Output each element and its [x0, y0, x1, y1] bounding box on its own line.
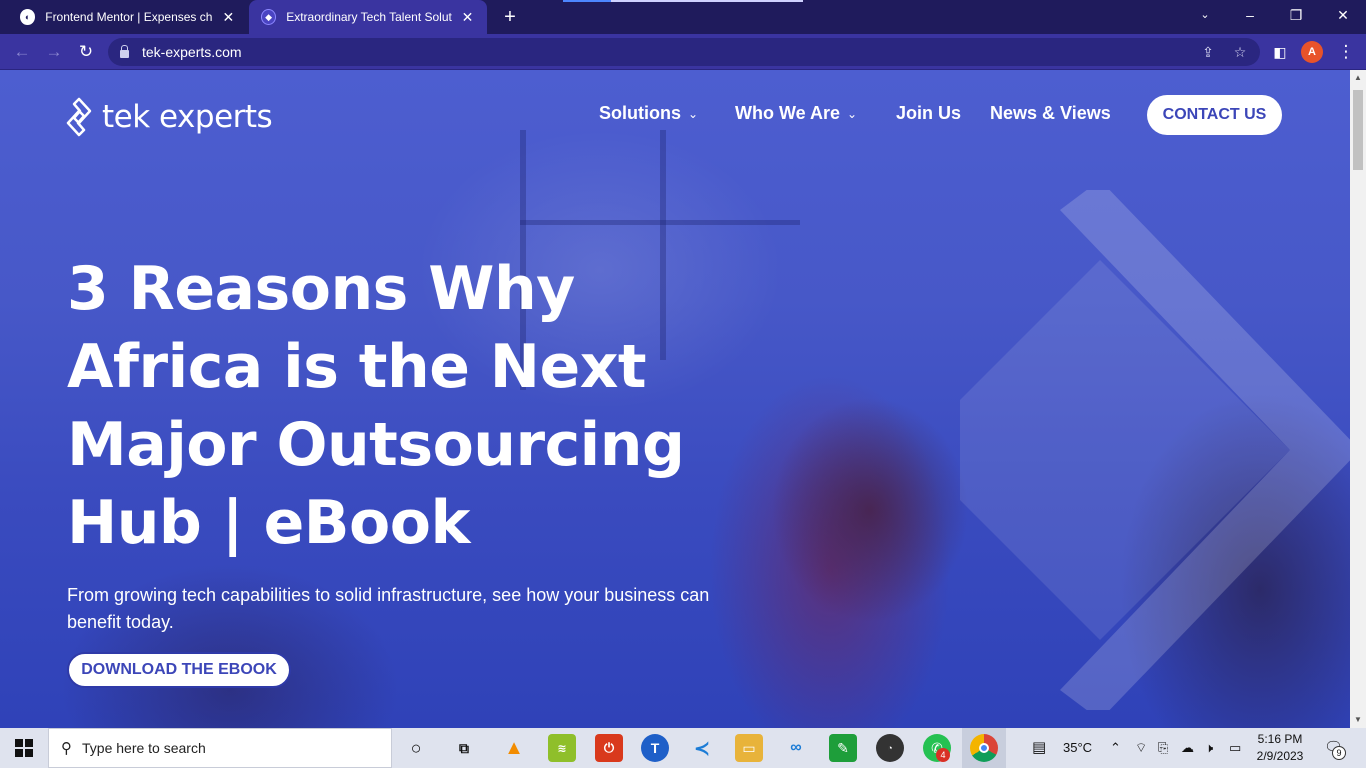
windows-taskbar: ⚲ Type here to search ○ ⧉ ▲ ≋ ⏻ T ≺ ▭ ∞ … — [0, 728, 1366, 768]
chevron-up-icon[interactable]: ⌃ — [1110, 728, 1121, 768]
bookmark-star-icon[interactable]: ☆ — [1230, 42, 1250, 62]
forward-arrow-icon[interactable]: → — [42, 40, 66, 64]
page-viewport: tek experts Solutions ⌄ Who We Are ⌄ Joi… — [0, 70, 1350, 728]
start-button[interactable] — [0, 728, 48, 768]
tab-search-chevron-down-icon[interactable]: ⌄ — [1182, 0, 1228, 30]
power-app-icon[interactable]: ⏻ — [595, 734, 623, 762]
headline-line: 3 Reasons Why — [67, 254, 575, 324]
scrollbar-thumb[interactable] — [1353, 90, 1363, 170]
green-app-icon[interactable]: ≋ — [548, 734, 576, 762]
nav-item-who-we-are[interactable]: Who We Are ⌄ — [735, 103, 857, 124]
speedometer-app-icon[interactable]: ◔ — [876, 734, 904, 762]
headline-line: Africa is the Next — [67, 332, 647, 402]
nav-item-join-us[interactable]: Join Us — [896, 103, 961, 124]
whatsapp-badge: 4 — [936, 748, 950, 762]
back-arrow-icon[interactable]: ← — [10, 40, 34, 64]
page-scrollbar[interactable]: ▲ ▼ — [1350, 70, 1366, 728]
decorative-chevron-shape — [960, 190, 1350, 710]
page-load-progress — [563, 0, 803, 2]
hero-subtext: From growing tech capabilities to solid … — [67, 585, 710, 632]
chrome-icon[interactable] — [970, 734, 998, 762]
chevron-down-icon: ⌄ — [688, 106, 699, 121]
new-tab-button[interactable]: + — [498, 5, 522, 29]
search-icon: ⚲ — [61, 740, 72, 757]
logo-text: tek experts — [102, 99, 273, 135]
news-widget-icon[interactable]: ▤ — [1032, 728, 1046, 768]
chevron-down-icon: ⌄ — [847, 106, 858, 121]
clock-time: 5:16 PM — [1257, 732, 1303, 746]
blue-swirl-app-icon[interactable]: ∞ — [782, 734, 810, 762]
scroll-down-arrow-icon[interactable]: ▼ — [1350, 712, 1366, 728]
onedrive-cloud-icon[interactable]: ☁ — [1181, 728, 1194, 768]
nav-label: News & Views — [990, 103, 1111, 123]
reload-icon[interactable]: ↻ — [74, 40, 98, 64]
tab-frontend-mentor[interactable]: ◐ Frontend Mentor | Expenses char ✕ — [8, 0, 248, 34]
battery-icon[interactable]: ▭ — [1229, 728, 1241, 768]
minimize-button[interactable]: – — [1227, 0, 1273, 30]
vscode-icon[interactable]: ≺ — [688, 734, 716, 762]
close-tab-icon[interactable]: ✕ — [221, 9, 236, 26]
tek-experts-favicon-icon: ◆ — [261, 9, 277, 25]
t-app-icon[interactable]: T — [641, 734, 669, 762]
nav-item-news-views[interactable]: News & Views — [990, 103, 1111, 124]
hero-headline: 3 Reasons Why Africa is the Next Major O… — [67, 250, 787, 562]
tab-title: Extraordinary Tech Talent Solution — [286, 10, 452, 24]
lock-icon — [120, 45, 129, 58]
headline-line: Major Outsourcing — [67, 410, 685, 480]
taskbar-clock[interactable]: 5:16 PM 2/9/2023 — [1255, 731, 1305, 765]
tek-experts-logo[interactable]: tek experts — [66, 97, 273, 137]
background-window-frame — [520, 220, 800, 225]
nav-label: Solutions — [599, 103, 681, 123]
task-view-icon[interactable]: ⧉ — [450, 734, 478, 762]
restore-button[interactable]: ❐ — [1273, 0, 1319, 30]
share-icon[interactable]: ⇪ — [1198, 42, 1218, 62]
vlc-player-icon[interactable]: ▲ — [500, 734, 528, 762]
headline-line: Hub | eBook — [67, 488, 470, 558]
tab-tek-experts[interactable]: ◆ Extraordinary Tech Talent Solution ✕ — [249, 0, 487, 34]
kebab-menu-icon[interactable]: ⋮ — [1334, 40, 1358, 64]
windows-logo-icon — [15, 739, 33, 757]
contact-us-button[interactable]: CONTACT US — [1147, 95, 1282, 135]
taskbar-search-box[interactable]: ⚲ Type here to search — [48, 728, 392, 768]
volume-icon[interactable]: 🕨 — [1205, 728, 1213, 768]
green-pen-app-icon[interactable]: ✎ — [829, 734, 857, 762]
nav-label: Join Us — [896, 103, 962, 123]
address-bar[interactable]: tek-experts.com ⇪ ☆ — [108, 38, 1260, 66]
file-explorer-icon[interactable]: ▭ — [735, 734, 763, 762]
browser-tab-strip: ◐ Frontend Mentor | Expenses char ✕ ◆ Ex… — [0, 0, 1366, 34]
frontend-mentor-favicon-icon: ◐ — [20, 9, 36, 25]
profile-avatar[interactable]: A — [1301, 41, 1323, 63]
scroll-up-arrow-icon[interactable]: ▲ — [1350, 70, 1366, 86]
close-window-button[interactable]: ✕ — [1320, 0, 1366, 30]
nav-label: Who We Are — [735, 103, 841, 123]
meet-now-icon[interactable]: ⎘ — [1158, 728, 1168, 768]
close-tab-icon[interactable]: ✕ — [460, 9, 475, 26]
browser-toolbar: ← → ↻ tek-experts.com ⇪ ☆ ◧ A ⋮ — [0, 34, 1366, 70]
url-text[interactable]: tek-experts.com — [142, 44, 242, 60]
network-icon[interactable]: ⌔ — [1135, 728, 1147, 768]
cortana-circle-icon[interactable]: ○ — [402, 734, 430, 762]
tab-title: Frontend Mentor | Expenses char — [45, 10, 213, 24]
tek-experts-logo-mark-icon — [66, 97, 92, 137]
search-placeholder: Type here to search — [82, 740, 206, 756]
clock-date: 2/9/2023 — [1256, 749, 1304, 763]
side-panel-icon[interactable]: ◧ — [1268, 40, 1292, 64]
temperature-text[interactable]: 35°C — [1063, 728, 1092, 768]
download-ebook-button[interactable]: DOWNLOAD THE EBOOK — [67, 652, 291, 688]
nav-item-solutions[interactable]: Solutions ⌄ — [599, 103, 698, 124]
notification-count-badge: 9 — [1332, 746, 1346, 760]
